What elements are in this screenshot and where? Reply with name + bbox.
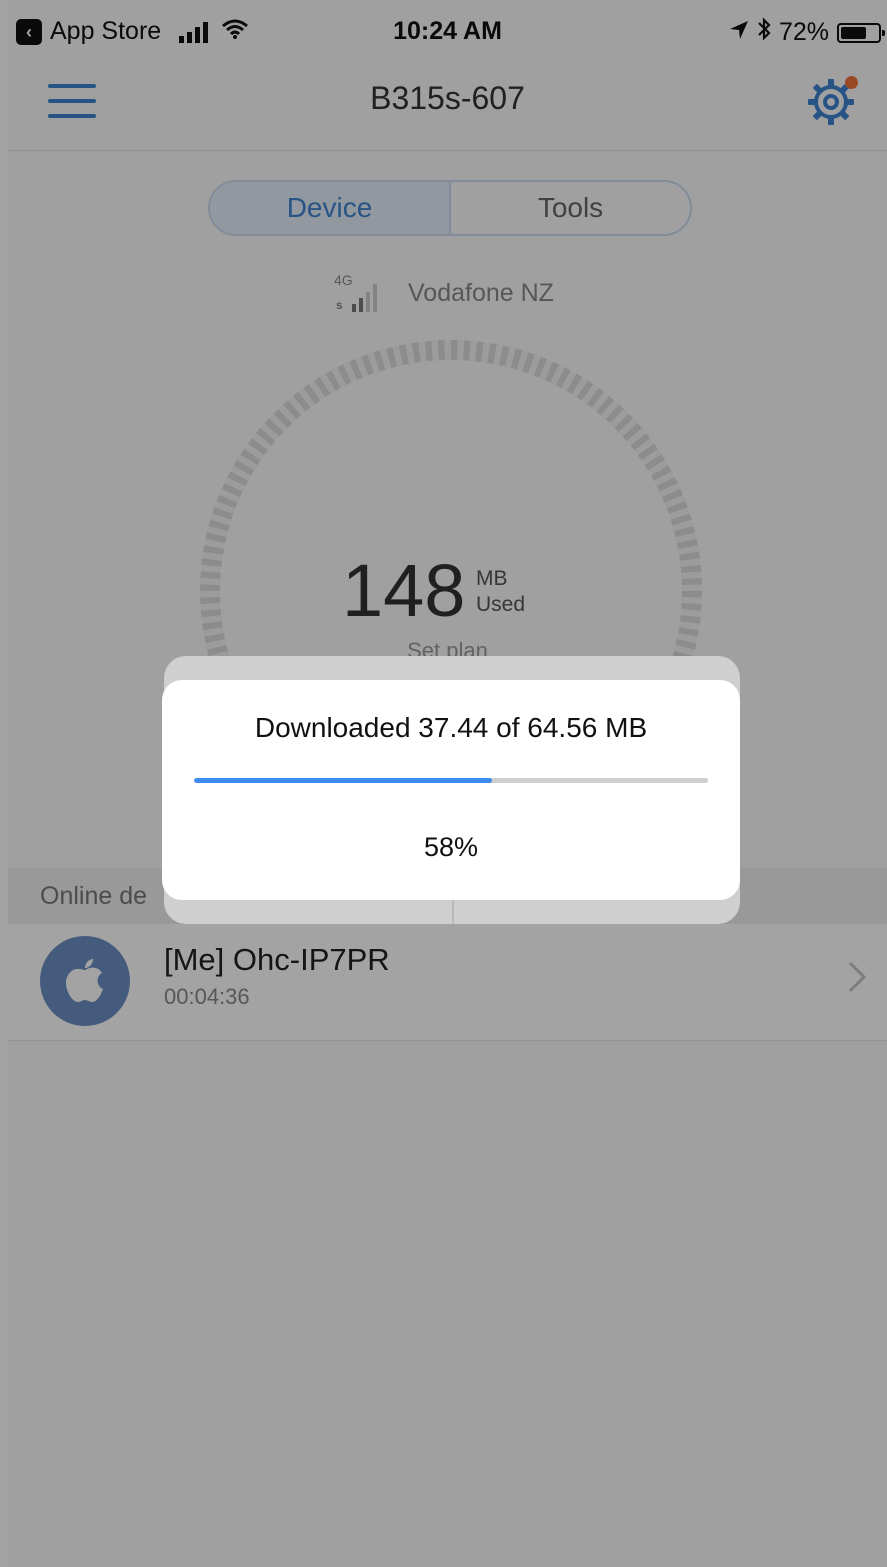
download-message: Downloaded 37.44 of 64.56 MB [254, 712, 648, 743]
download-progress-dialog: Downloaded 37.44 of 64.56 MB 58% [162, 680, 740, 900]
download-progress-bar [194, 778, 708, 783]
download-percent: 58% [423, 832, 479, 862]
download-progress-fill [194, 778, 493, 783]
